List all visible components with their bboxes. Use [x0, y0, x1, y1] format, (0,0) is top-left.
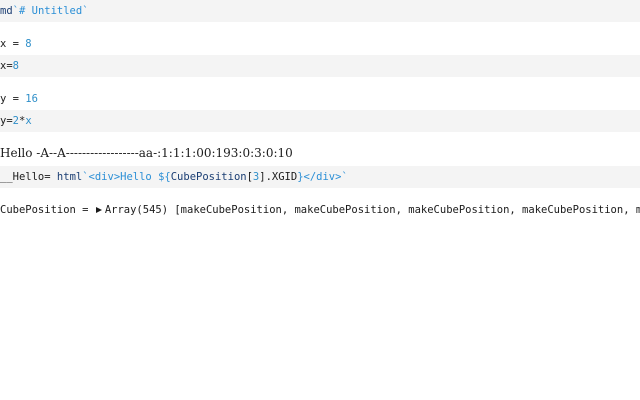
code-bracket-close: ].XGID	[259, 171, 298, 183]
output-equals: =	[75, 204, 95, 216]
code-var: x	[25, 115, 32, 127]
code-md-tag: md	[0, 5, 13, 17]
code-cell-hello[interactable]: __Hello= html`<div>Hello ${CubePosition[…	[0, 166, 640, 188]
expand-triangle-icon[interactable]	[95, 207, 102, 213]
output-var-name: CubePosition	[0, 204, 76, 216]
output-y: y = 16	[0, 88, 640, 110]
output-x: x = 8	[0, 33, 640, 55]
code-template-start: `<div>Hello ${	[82, 171, 171, 183]
code-lhs: __Hello	[0, 171, 45, 183]
output-array-summary[interactable]: Array(545) [makeCubePosition, makeCubePo…	[105, 204, 640, 216]
code-cell-markdown[interactable]: md`# Untitled`	[0, 0, 640, 22]
code-html-tag: html	[56, 171, 83, 183]
code-template-var: CubePosition	[170, 171, 247, 183]
code-md-string: `# Untitled`	[12, 5, 89, 17]
output-hello-html: Hello -A--A------------------aa-:1:1:1:0…	[0, 146, 293, 160]
output-value: 8	[25, 38, 32, 50]
code-equals: =	[44, 171, 57, 183]
output-equals: =	[6, 38, 26, 50]
code-cell-y[interactable]: y=2*x	[0, 110, 640, 132]
output-value: 16	[25, 93, 38, 105]
code-cell-x[interactable]: x=8	[0, 55, 640, 77]
code-number: 8	[12, 60, 19, 72]
output-cubeposition: CubePosition = Array(545) [makeCubePosit…	[0, 199, 640, 221]
output-equals: =	[6, 93, 26, 105]
notebook: md`# Untitled` x = 8 x=8 y = 16 y=2*x He…	[0, 0, 640, 400]
code-template-end: }</div>`	[297, 171, 348, 183]
